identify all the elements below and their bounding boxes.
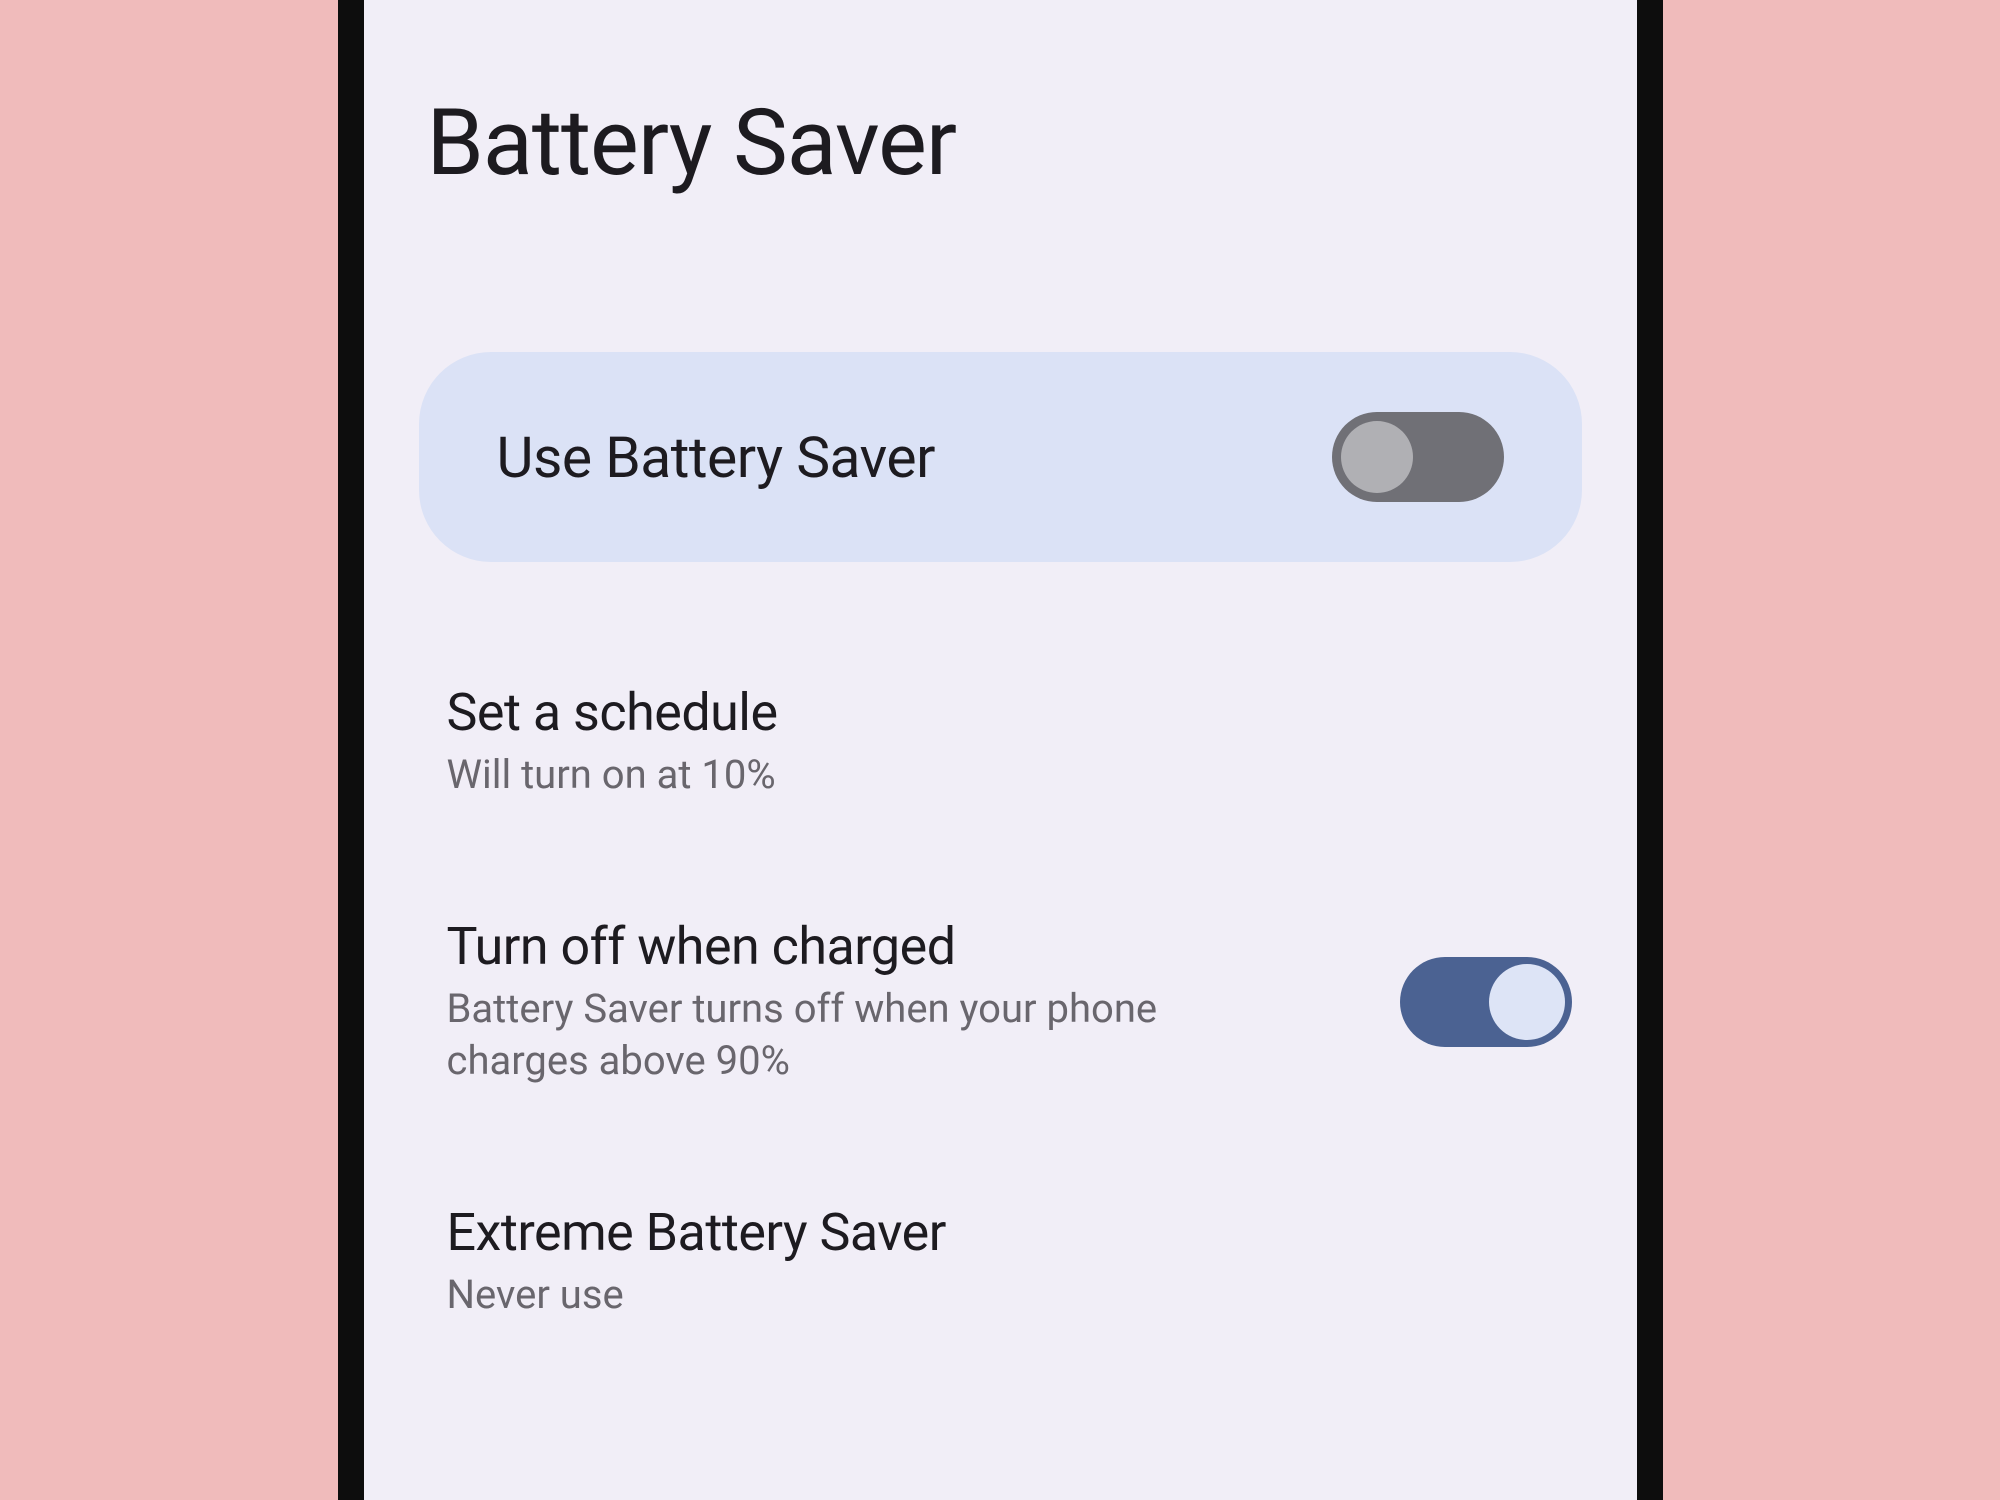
set-schedule-text: Set a schedule Will turn on at 10% <box>447 682 778 801</box>
toggle-thumb-icon <box>1489 964 1565 1040</box>
turn-off-when-charged-title: Turn off when charged <box>447 916 1227 977</box>
use-battery-saver-row[interactable]: Use Battery Saver <box>419 352 1582 562</box>
page-title: Battery Saver <box>419 90 1582 197</box>
settings-screen: Battery Saver Use Battery Saver Set a sc… <box>364 0 1637 1500</box>
extreme-battery-saver-text: Extreme Battery Saver Never use <box>447 1202 946 1321</box>
set-schedule-title: Set a schedule <box>447 682 778 743</box>
turn-off-when-charged-row[interactable]: Turn off when charged Battery Saver turn… <box>419 916 1582 1087</box>
toggle-thumb-icon <box>1341 421 1413 493</box>
turn-off-when-charged-toggle[interactable] <box>1400 957 1572 1047</box>
extreme-battery-saver-subtitle: Never use <box>447 1269 946 1321</box>
turn-off-when-charged-subtitle: Battery Saver turns off when your phone … <box>447 983 1227 1087</box>
extreme-battery-saver-title: Extreme Battery Saver <box>447 1202 946 1263</box>
turn-off-when-charged-text: Turn off when charged Battery Saver turn… <box>447 916 1227 1087</box>
use-battery-saver-label: Use Battery Saver <box>497 424 935 491</box>
use-battery-saver-toggle[interactable] <box>1332 412 1504 502</box>
device-frame: Battery Saver Use Battery Saver Set a sc… <box>338 0 1663 1500</box>
set-schedule-subtitle: Will turn on at 10% <box>447 749 778 801</box>
set-schedule-row[interactable]: Set a schedule Will turn on at 10% <box>419 682 1582 801</box>
extreme-battery-saver-row[interactable]: Extreme Battery Saver Never use <box>419 1202 1582 1321</box>
